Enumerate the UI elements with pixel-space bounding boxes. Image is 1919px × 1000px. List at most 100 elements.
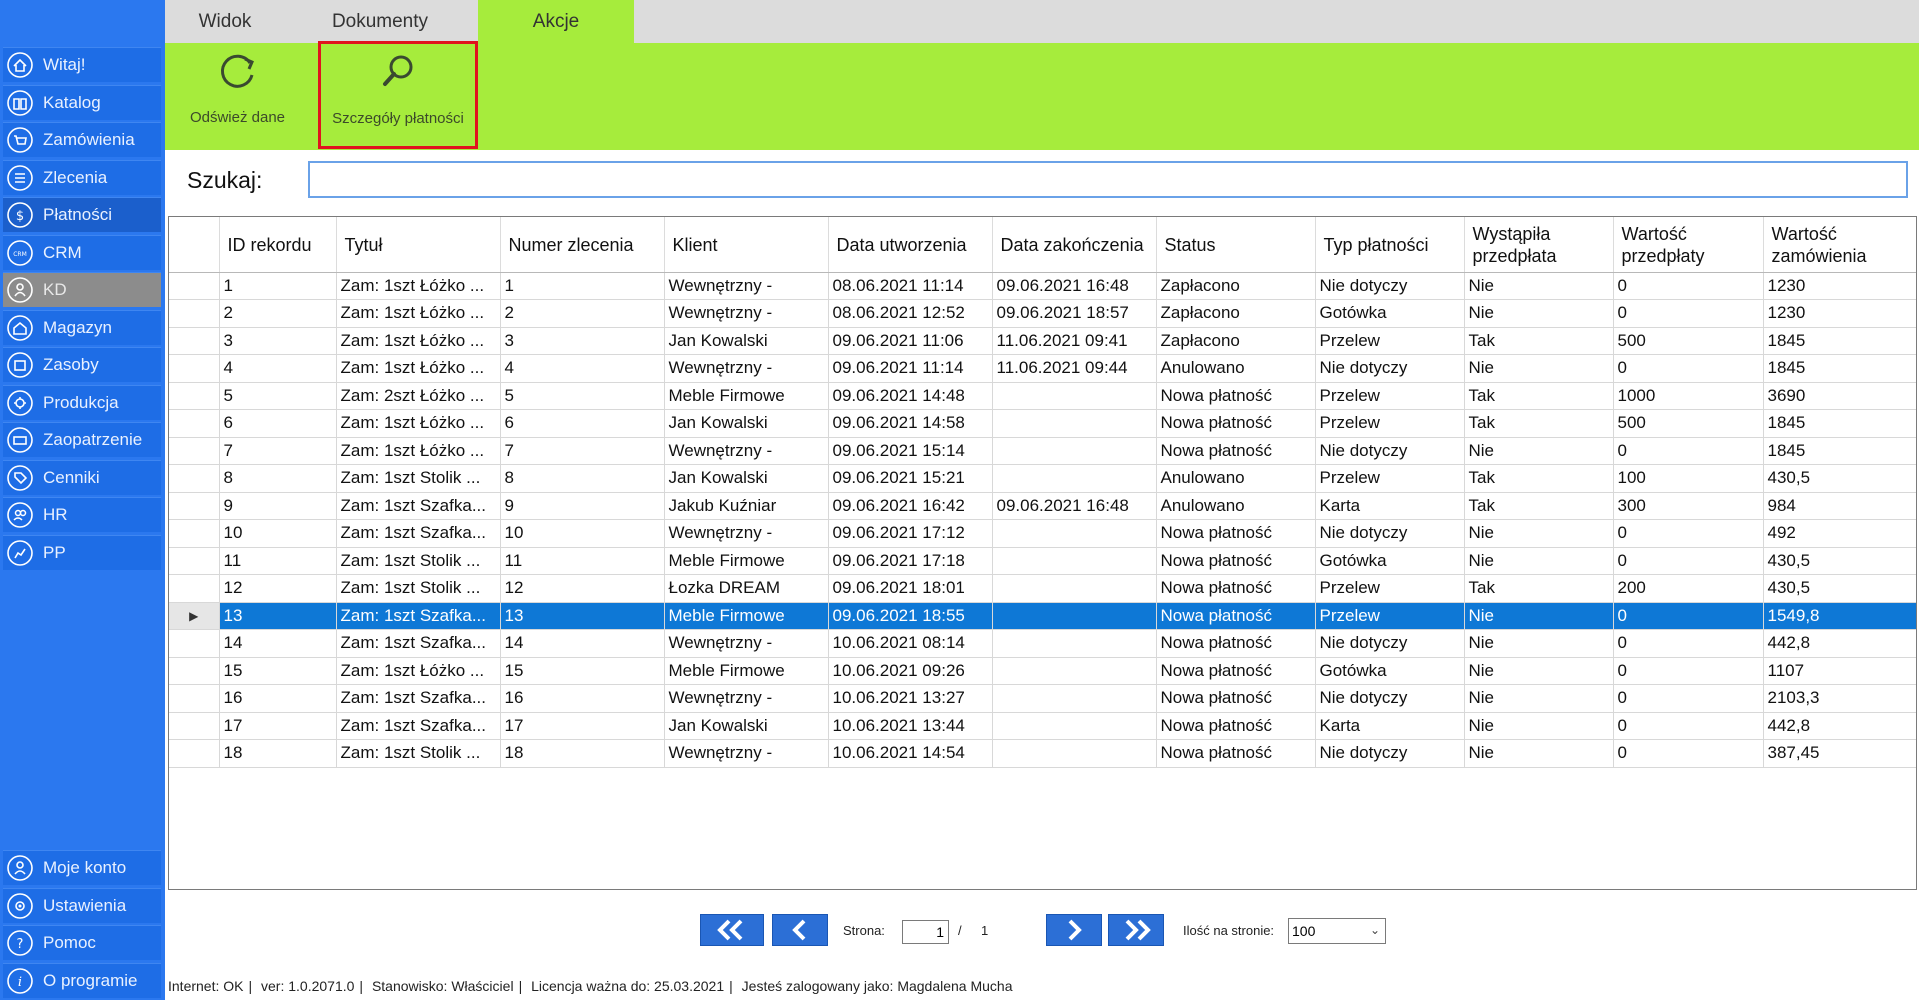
table-cell[interactable]: Meble Firmowe [664, 657, 829, 685]
table-cell[interactable]: 200 [1613, 574, 1764, 603]
table-row[interactable]: 10 Zam: 1szt Szafka... 10 Wewnętrzny -09.06… [169, 519, 1916, 548]
per-page-select[interactable]: 100 ⌄ [1288, 918, 1386, 944]
table-cell[interactable]: 1 [500, 272, 665, 300]
table-cell[interactable]: Przelew [1315, 602, 1465, 630]
table-cell[interactable]: Nie [1464, 602, 1614, 630]
table-cell[interactable]: Zam: 1szt Łóżko ... [336, 657, 501, 685]
column-header[interactable]: Wartość przedpłaty [1613, 217, 1764, 273]
table-cell[interactable]: 11 [500, 547, 665, 575]
table-cell[interactable]: Nie [1464, 437, 1614, 465]
table-cell[interactable]: 1845 [1763, 327, 1916, 355]
row-selector[interactable] [169, 712, 220, 740]
sidebar-item-12[interactable]: HR [3, 497, 161, 532]
table-cell[interactable]: 09.06.2021 11:14 [828, 354, 993, 383]
table-row[interactable]: 3 Zam: 1szt Łóżko ... 3 Jan Kowalski 09.06.2… [169, 327, 1916, 355]
column-header[interactable]: Wartość zamówienia [1763, 217, 1916, 273]
sidebar-item-5[interactable]: CRM CRM [3, 234, 161, 270]
table-cell[interactable]: Przelew [1315, 464, 1465, 493]
last-page-button[interactable] [1108, 914, 1164, 946]
sidebar-item-9[interactable]: Produkcja [3, 384, 161, 420]
table-row[interactable]: 17 Zam: 1szt Szafka... 17 Jan Kowalski 10.06… [169, 712, 1916, 740]
table-cell[interactable]: Nowa płatność [1156, 382, 1316, 410]
table-cell[interactable]: Nie dotyczy [1315, 437, 1465, 465]
payment-details-button[interactable]: Szczegóły płatności [318, 41, 478, 149]
table-cell[interactable]: 6 [500, 409, 665, 438]
table-cell[interactable] [992, 657, 1157, 685]
table-cell[interactable]: Przelew [1315, 327, 1465, 355]
table-cell[interactable]: 3 [500, 327, 665, 355]
table-cell[interactable]: Karta [1315, 492, 1465, 520]
table-cell[interactable]: 10.06.2021 13:44 [828, 712, 993, 740]
table-cell[interactable]: 0 [1613, 437, 1764, 465]
sidebar-item-7[interactable]: Magazyn [3, 309, 161, 345]
table-cell[interactable]: Przelew [1315, 382, 1465, 410]
table-row[interactable]: 8 Zam: 1szt Stolik ... 8 Jan Kowalski 09.06.… [169, 464, 1916, 493]
column-header[interactable]: Data zakończenia [992, 217, 1157, 273]
table-cell[interactable]: 09.06.2021 14:58 [828, 409, 993, 438]
table-cell[interactable]: Zam: 1szt Stolik ... [336, 574, 501, 603]
row-selector[interactable] [169, 354, 220, 383]
table-cell[interactable]: 492 [1763, 519, 1916, 548]
table-cell[interactable]: Nowa płatność [1156, 629, 1316, 658]
table-cell[interactable]: Nie [1464, 519, 1614, 548]
table-cell[interactable]: Nowa płatność [1156, 574, 1316, 603]
table-cell[interactable]: 18 [500, 739, 665, 768]
column-header[interactable]: Klient [664, 217, 829, 273]
table-cell[interactable]: 2103,3 [1763, 684, 1916, 713]
table-cell[interactable]: Zam: 1szt Łóżko ... [336, 327, 501, 355]
table-cell[interactable]: Nie dotyczy [1315, 519, 1465, 548]
column-header[interactable]: Wystąpiła przedpłata [1464, 217, 1614, 273]
table-cell[interactable]: Tak [1464, 409, 1614, 438]
table-cell[interactable]: 17 [219, 712, 337, 740]
column-header[interactable]: Tytuł [336, 217, 501, 273]
sidebar-bottom-item-2[interactable]: ? Pomoc [3, 925, 161, 960]
table-cell[interactable] [992, 409, 1157, 438]
table-cell[interactable]: Wewnętrzny - [664, 272, 829, 300]
table-cell[interactable]: Nie [1464, 739, 1614, 768]
table-cell[interactable]: 7 [500, 437, 665, 465]
row-selector[interactable] [169, 684, 220, 713]
table-cell[interactable]: 4 [500, 354, 665, 383]
table-cell[interactable] [992, 629, 1157, 658]
table-cell[interactable]: Nowa płatność [1156, 684, 1316, 713]
table-cell[interactable]: Anulowano [1156, 464, 1316, 493]
table-cell[interactable]: Gotówka [1315, 299, 1465, 328]
table-cell[interactable]: Nie [1464, 547, 1614, 575]
table-cell[interactable]: 09.06.2021 18:01 [828, 574, 993, 603]
table-cell[interactable] [992, 739, 1157, 768]
table-cell[interactable]: Nie dotyczy [1315, 354, 1465, 383]
table-cell[interactable]: 387,45 [1763, 739, 1916, 768]
table-cell[interactable] [992, 602, 1157, 630]
table-cell[interactable]: Jan Kowalski [664, 409, 829, 438]
table-cell[interactable]: Nie [1464, 684, 1614, 713]
table-cell[interactable]: 11 [219, 547, 337, 575]
table-cell[interactable]: 984 [1763, 492, 1916, 520]
table-cell[interactable]: Tak [1464, 382, 1614, 410]
row-selector[interactable] [169, 327, 220, 355]
tab-akcje[interactable]: Akcje [478, 0, 634, 43]
table-cell[interactable]: Wewnętrzny - [664, 437, 829, 465]
table-cell[interactable]: Tak [1464, 492, 1614, 520]
table-cell[interactable]: 442,8 [1763, 629, 1916, 658]
table-cell[interactable]: Meble Firmowe [664, 382, 829, 410]
table-cell[interactable]: 500 [1613, 409, 1764, 438]
table-row[interactable]: 1 Zam: 1szt Łóżko ... 1 Wewnętrzny -08.06.2… [169, 272, 1916, 300]
table-cell[interactable]: Nowa płatność [1156, 547, 1316, 575]
first-page-button[interactable] [700, 914, 764, 946]
table-cell[interactable]: 0 [1613, 519, 1764, 548]
table-cell[interactable]: 2 [219, 299, 337, 328]
table-cell[interactable]: 09.06.2021 18:57 [992, 299, 1157, 328]
table-cell[interactable]: 10.06.2021 13:27 [828, 684, 993, 713]
table-cell[interactable]: Zam: 1szt Stolik ... [336, 464, 501, 493]
table-cell[interactable]: 16 [500, 684, 665, 713]
table-cell[interactable]: 0 [1613, 739, 1764, 768]
column-header[interactable]: Data utworzenia [828, 217, 993, 273]
sidebar-bottom-item-1[interactable]: Ustawienia [3, 887, 161, 923]
table-cell[interactable]: Tak [1464, 464, 1614, 493]
table-cell[interactable] [992, 574, 1157, 603]
row-selector[interactable] [169, 492, 220, 520]
table-cell[interactable]: Zam: 1szt Szafka... [336, 684, 501, 713]
table-cell[interactable]: 1845 [1763, 354, 1916, 383]
table-cell[interactable]: Karta [1315, 712, 1465, 740]
table-cell[interactable]: Zam: 1szt Łóżko ... [336, 437, 501, 465]
